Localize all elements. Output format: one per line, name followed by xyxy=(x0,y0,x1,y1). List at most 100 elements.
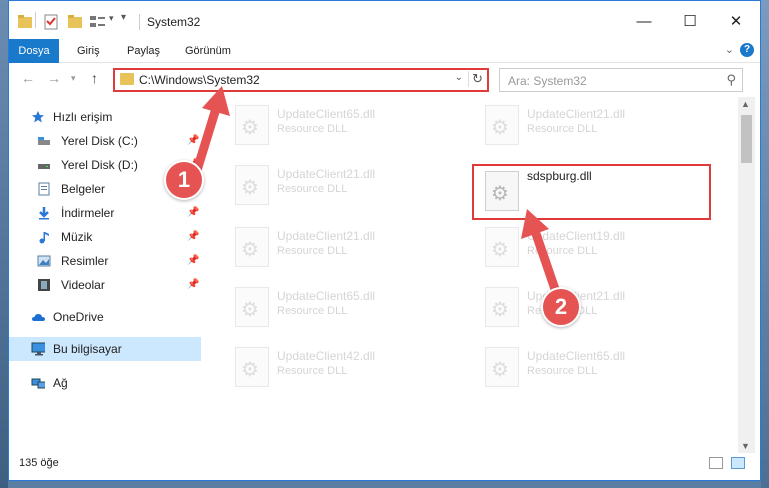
sidebar-item-label: İndirmeler xyxy=(61,206,115,220)
sidebar-item-label: Videolar xyxy=(61,278,105,292)
file-name: UpdateClient21.dll xyxy=(277,167,376,181)
new-folder-icon[interactable] xyxy=(67,13,83,31)
annotation-badge-2: 2 xyxy=(541,287,581,327)
annotation-badge-1: 1 xyxy=(164,160,204,200)
tab-share[interactable]: Paylaş xyxy=(127,39,160,63)
address-bar[interactable]: C:\Windows\System32 ⌄ ↻ xyxy=(113,68,489,92)
file-type: Resource DLL xyxy=(527,365,598,377)
video-icon xyxy=(38,279,50,291)
file-item[interactable]: UpdateClient21.dll Resource DLL xyxy=(477,99,717,149)
file-type: Resource DLL xyxy=(277,123,348,135)
title-separator xyxy=(139,14,140,30)
document-icon xyxy=(38,182,50,196)
file-name: UpdateClient21.dll xyxy=(277,229,376,243)
file-name: UpdateClient42.dll xyxy=(277,349,376,363)
sidebar-item-quick-access[interactable]: Hızlı erişim xyxy=(9,105,201,129)
file-item[interactable]: UpdateClient21.dll Resource DLL xyxy=(477,281,717,331)
search-icon[interactable]: ⚲ xyxy=(726,72,736,88)
sidebar-item-music[interactable]: Müzik 📌 xyxy=(9,225,201,249)
scroll-thumb[interactable] xyxy=(741,115,752,163)
pin-icon[interactable]: 📌 xyxy=(187,279,199,290)
folder-icon xyxy=(18,15,32,28)
tab-view[interactable]: Görünüm xyxy=(185,39,231,63)
dll-file-icon xyxy=(235,287,269,327)
sidebar-item-label: Resimler xyxy=(61,254,109,268)
pictures-icon xyxy=(37,255,51,267)
properties-icon[interactable] xyxy=(43,13,59,31)
sidebar-item-label: Belgeler xyxy=(61,182,106,196)
desktop-background-right xyxy=(761,0,769,488)
sidebar-item-videos[interactable]: Videolar 📌 xyxy=(9,273,201,297)
download-icon xyxy=(39,207,49,220)
cloud-icon xyxy=(32,314,45,321)
file-item[interactable]: UpdateClient65.dll Resource DLL xyxy=(477,341,717,391)
navigation-pane: Hızlı erişim Yerel Disk (C:) 📌 Yerel Dis… xyxy=(9,97,201,447)
expand-ribbon-icon[interactable]: ⌄ xyxy=(725,43,734,56)
file-item[interactable]: UpdateClient21.dll Resource DLL xyxy=(227,221,467,271)
minimize-button[interactable]: — xyxy=(621,9,667,35)
file-item[interactable]: UpdateClient42.dll Resource DLL xyxy=(227,341,467,391)
refresh-icon[interactable]: ↻ xyxy=(468,71,483,87)
large-icons-view-icon[interactable] xyxy=(731,457,745,469)
help-icon[interactable]: ? xyxy=(740,43,754,57)
sidebar-item-label: Yerel Disk (C:) xyxy=(61,134,138,148)
title-bar: ▾ ▾ System32 — ☐ ✕ xyxy=(9,1,760,39)
address-folder-icon xyxy=(120,73,134,85)
file-type: Resource DLL xyxy=(277,305,348,317)
sidebar-item-onedrive[interactable]: OneDrive xyxy=(9,305,201,329)
ribbon-tabs: Dosya Giriş Paylaş Görünüm ⌄ ? xyxy=(9,39,760,63)
up-arrow-icon[interactable]: ↑ xyxy=(91,70,98,86)
forward-arrow-icon[interactable]: → xyxy=(47,70,61,86)
tab-file[interactable]: Dosya xyxy=(9,39,59,63)
pin-icon[interactable]: 📌 xyxy=(187,231,199,242)
file-list: UpdateClient65.dll Resource DLL UpdateCl… xyxy=(209,97,737,449)
search-input[interactable]: Ara: System32 xyxy=(508,74,587,88)
window-title: System32 xyxy=(147,15,201,29)
back-arrow-icon[interactable]: ← xyxy=(21,70,35,86)
dll-file-icon xyxy=(235,105,269,145)
file-type: Resource DLL xyxy=(277,183,348,195)
drive-icon xyxy=(38,137,50,145)
details-view-icon[interactable] xyxy=(709,457,723,469)
vertical-scrollbar[interactable]: ▲ ▼ xyxy=(738,97,755,453)
sidebar-item-label: Bu bilgisayar xyxy=(53,342,122,356)
file-name: UpdateClient65.dll xyxy=(527,349,626,363)
file-item[interactable]: UpdateClient65.dll Resource DLL xyxy=(227,281,467,331)
search-box[interactable]: Ara: System32 ⚲ xyxy=(499,68,743,92)
sidebar-item-local-disk-c[interactable]: Yerel Disk (C:) 📌 xyxy=(9,129,201,153)
sidebar-item-downloads[interactable]: İndirmeler 📌 xyxy=(9,201,201,225)
scroll-down-icon[interactable]: ▼ xyxy=(741,441,750,451)
status-bar: 135 öğe xyxy=(9,453,760,480)
file-item[interactable]: UpdateClient65.dll Resource DLL xyxy=(227,99,467,149)
sidebar-item-pictures[interactable]: Resimler 📌 xyxy=(9,249,201,273)
tab-home[interactable]: Giriş xyxy=(77,39,100,63)
close-button[interactable]: ✕ xyxy=(713,9,759,35)
address-dropdown-icon[interactable]: ⌄ xyxy=(455,72,463,83)
navigation-bar: ← → ▾ ↑ C:\Windows\System32 ⌄ ↻ Ara: Sys… xyxy=(9,64,760,94)
qa-separator xyxy=(35,12,36,28)
dll-file-icon xyxy=(235,347,269,387)
network-icon xyxy=(31,378,45,389)
sidebar-item-network[interactable]: Ağ xyxy=(9,371,201,395)
recent-locations-icon[interactable]: ▾ xyxy=(71,73,76,84)
file-item[interactable]: UpdateClient21.dll Resource DLL xyxy=(227,159,467,209)
file-name: UpdateClient65.dll xyxy=(277,289,376,303)
file-type: Resource DLL xyxy=(277,365,348,377)
file-name: UpdateClient65.dll xyxy=(277,107,376,121)
qa-customize-icon[interactable]: ▾ xyxy=(121,12,126,30)
qa-dropdown-icon[interactable]: ▾ xyxy=(109,13,114,31)
sidebar-item-label: Müzik xyxy=(61,230,93,244)
file-item[interactable]: UpdateClient19.dll Resource DLL xyxy=(477,221,717,271)
maximize-button[interactable]: ☐ xyxy=(667,9,713,35)
pin-icon[interactable]: 📌 xyxy=(187,207,199,218)
dll-file-icon xyxy=(485,287,519,327)
sidebar-item-label: Yerel Disk (D:) xyxy=(61,158,138,172)
scroll-up-icon[interactable]: ▲ xyxy=(741,99,750,109)
pin-icon[interactable]: 📌 xyxy=(187,255,199,266)
dll-file-icon xyxy=(485,347,519,387)
sidebar-item-this-pc[interactable]: Bu bilgisayar xyxy=(9,337,201,361)
explorer-window: ▾ ▾ System32 — ☐ ✕ Dosya Giriş Paylaş Gö… xyxy=(8,0,761,481)
view-options-icon[interactable] xyxy=(89,13,107,31)
drive-icon xyxy=(38,164,50,169)
file-type: Resource DLL xyxy=(527,123,598,135)
